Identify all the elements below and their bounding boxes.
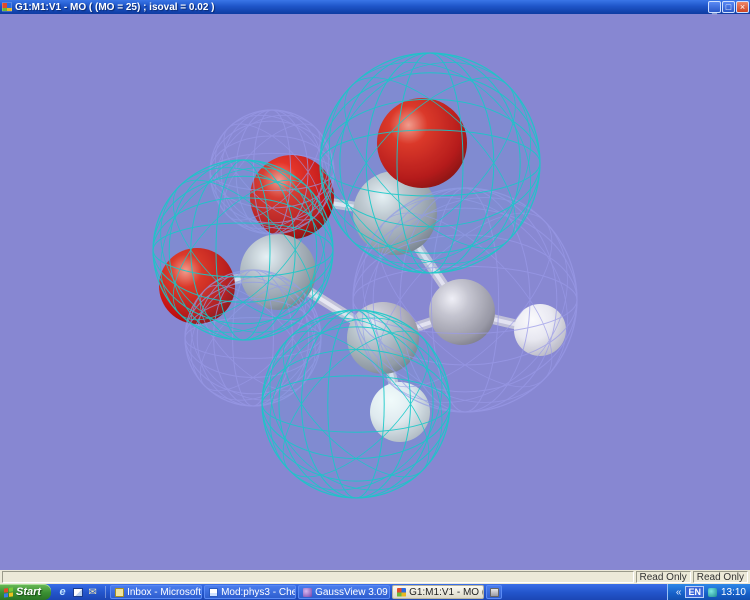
outlook-icon[interactable]: ✉: [87, 587, 98, 598]
task-button-extra[interactable]: [486, 585, 503, 599]
window-icon: [489, 587, 499, 597]
app-icon: [2, 2, 12, 12]
window-titlebar[interactable]: G1:M1:V1 - MO ( (MO = 25) ; isoval = 0.0…: [0, 0, 750, 14]
status-message-panel: [2, 571, 634, 583]
tray-app-icon[interactable]: [707, 587, 717, 597]
task-button-chemwiki[interactable]: Mod:phys3 - ChemWik...: [204, 585, 297, 599]
maximize-button[interactable]: □: [722, 1, 735, 13]
window-title: G1:M1:V1 - MO ( (MO = 25) ; isoval = 0.0…: [15, 1, 215, 13]
task-button-mo-window[interactable]: G1:M1:V1 - MO ( (M...: [392, 585, 485, 599]
read-only-status-2: Read Only: [692, 571, 748, 583]
close-button[interactable]: ×: [736, 1, 749, 13]
molecule-viewport[interactable]: [0, 14, 750, 570]
task-button-gaussview[interactable]: GaussView 3.09: [298, 585, 391, 599]
taskbar-clock[interactable]: 13:10: [721, 587, 746, 598]
system-tray: « EN 13:10: [666, 584, 750, 600]
quick-launch-bar: e ✉: [51, 584, 104, 600]
taskbar-divider: [105, 586, 107, 598]
language-indicator[interactable]: EN: [685, 586, 704, 598]
windows-logo-icon: [4, 586, 13, 598]
task-button-area: Inbox - Microsoft Outl... Mod:phys3 - Ch…: [107, 584, 667, 600]
mo-window-icon: [397, 587, 407, 597]
start-button-label: Start: [16, 586, 42, 598]
read-only-status-1: Read Only: [635, 571, 691, 583]
tray-chevron-icon[interactable]: «: [676, 587, 682, 598]
web-page-icon: [209, 587, 219, 597]
desktop-screen: G1:M1:V1 - MO ( (MO = 25) ; isoval = 0.0…: [0, 0, 750, 600]
internet-explorer-icon[interactable]: e: [57, 586, 68, 598]
show-desktop-icon[interactable]: [72, 587, 83, 598]
mail-icon: [115, 587, 125, 597]
start-button[interactable]: Start: [0, 584, 52, 600]
status-bar: Read Only Read Only: [0, 570, 750, 584]
task-button-outlook[interactable]: Inbox - Microsoft Outl...: [110, 585, 203, 599]
minimize-button[interactable]: _: [708, 1, 721, 14]
gaussview-icon: [303, 587, 313, 597]
taskbar: Start e ✉ Inbox - Microsoft Outl... Mod:…: [0, 584, 750, 600]
molecule-canvas[interactable]: [0, 14, 750, 570]
